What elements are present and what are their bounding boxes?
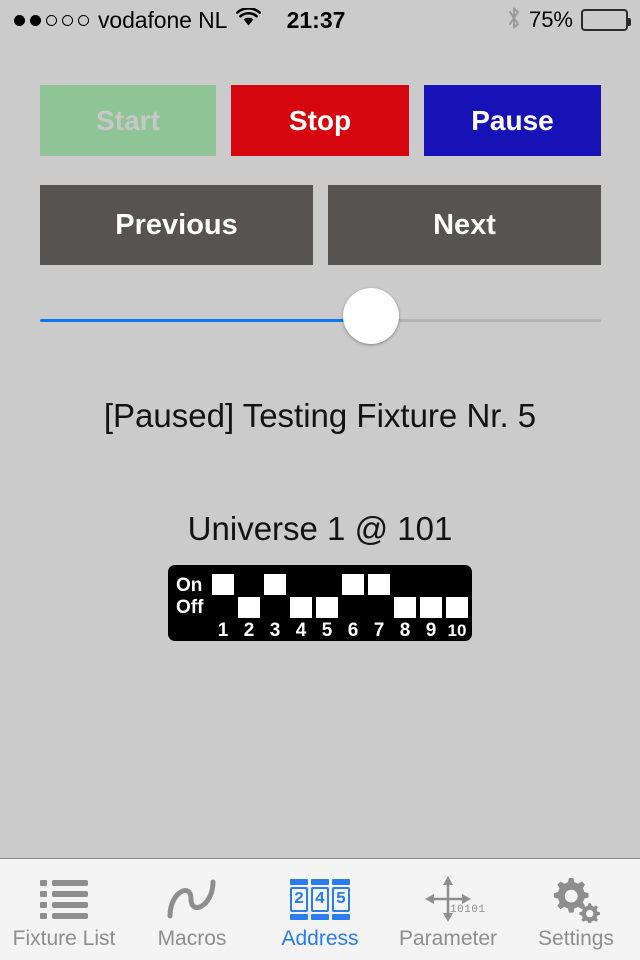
dip-switch-number: 10 [447,621,467,640]
dip-switch-toggle[interactable] [446,597,468,618]
battery-percent-label: 75% [528,7,573,32]
signal-dot [78,14,89,26]
dip-switch-9[interactable]: 9 [419,571,443,647]
dip-switch-2[interactable]: 2 [237,571,261,647]
signal-dot [30,14,41,26]
previous-button[interactable]: Previous [40,185,313,265]
dip-switch-display[interactable]: On Off 1 2 3 4 5 6 7 8 9 10 [168,565,472,641]
dmx-address-digits-icon: 245 [290,873,350,925]
status-bar-right: 75% [507,6,631,35]
dip-switch-number: 5 [321,620,333,641]
tab-bar: Fixture List Macros 245 Address 10101 Pa… [0,858,640,960]
dip-switch-toggle[interactable] [238,597,260,618]
dip-switch-number: 2 [243,620,255,641]
signal-dot [14,14,25,26]
dip-switch-8[interactable]: 8 [393,571,417,647]
dip-switch-number: 6 [347,620,359,641]
dip-switch-toggle[interactable] [264,574,286,595]
address-digit: 2 [290,878,308,920]
dip-switch-number: 4 [295,620,307,641]
slider-fill [40,319,371,322]
dip-switch-1[interactable]: 1 [211,571,235,647]
dip-switch-toggle[interactable] [290,597,312,618]
carrier-label: vodafone NL [98,6,228,33]
four-way-arrows-icon: 10101 [422,873,485,925]
address-digit: 4 [311,878,329,920]
tab-label-settings: Settings [538,927,614,950]
parameter-binary-label: 10101 [450,904,486,916]
tab-fixture-list[interactable]: Fixture List [0,859,128,960]
dip-switch-5[interactable]: 5 [315,571,339,647]
stop-button[interactable]: Stop [231,85,409,156]
dip-switch-toggle[interactable] [342,574,364,595]
signal-dot [46,14,57,26]
tab-macros[interactable]: Macros [128,859,256,960]
dip-switch-toggle[interactable] [212,574,234,595]
dip-switch-number: 1 [217,620,229,641]
dip-switch-toggle[interactable] [394,597,416,618]
dip-switch-toggle[interactable] [368,574,390,595]
next-button[interactable]: Next [328,185,601,265]
tab-parameter[interactable]: 10101 Parameter [384,859,512,960]
dip-switch-number: 9 [425,620,437,641]
dip-switch-6[interactable]: 6 [341,571,365,647]
tab-label-parameter: Parameter [398,927,498,950]
slider-thumb[interactable] [342,288,399,344]
dip-switch-number: 8 [399,620,411,641]
dip-switch-toggle[interactable] [420,597,442,618]
dip-switch-number: 7 [373,620,385,641]
dip-switch-3[interactable]: 3 [263,571,287,647]
tab-address[interactable]: 245 Address [256,859,384,960]
playback-status-text: [Paused] Testing Fixture Nr. 5 [103,397,537,434]
start-button[interactable]: Start [40,85,216,156]
bulleted-list-icon [38,873,90,925]
progress-slider[interactable] [40,288,601,354]
signal-dot [62,14,73,26]
tab-label-address: Address [281,927,359,950]
address-digit: 5 [332,878,350,920]
dip-on-label: On [176,575,203,596]
wifi-icon [236,7,262,32]
navigation-controls: Previous Next [40,185,601,265]
status-bar: vodafone NL 21:37 75% [0,0,640,40]
dip-switch-7[interactable]: 7 [367,571,391,647]
tab-label-macros: Macros [157,927,227,950]
sine-wave-icon [164,873,220,925]
bluetooth-icon [507,6,521,35]
main-content: Start Stop Pause Previous Next [Paused] … [0,40,640,858]
battery-icon [581,9,631,31]
tab-settings[interactable]: Settings [512,859,640,960]
status-bar-left: vodafone NL [14,6,262,34]
dip-switch-number: 3 [269,620,281,641]
gears-icon [549,873,603,925]
universe-address-text: Universe 1 @ 101 [187,510,453,547]
dip-switch-4[interactable]: 4 [289,571,313,647]
tab-label-fixture-list: Fixture List [12,927,116,950]
signal-strength-icon [14,14,89,26]
pause-button[interactable]: Pause [424,85,601,156]
dip-switch-10[interactable]: 10 [445,571,469,647]
dip-switch-toggle[interactable] [316,597,338,618]
transport-controls: Start Stop Pause [40,85,601,156]
dip-off-label: Off [176,597,204,618]
